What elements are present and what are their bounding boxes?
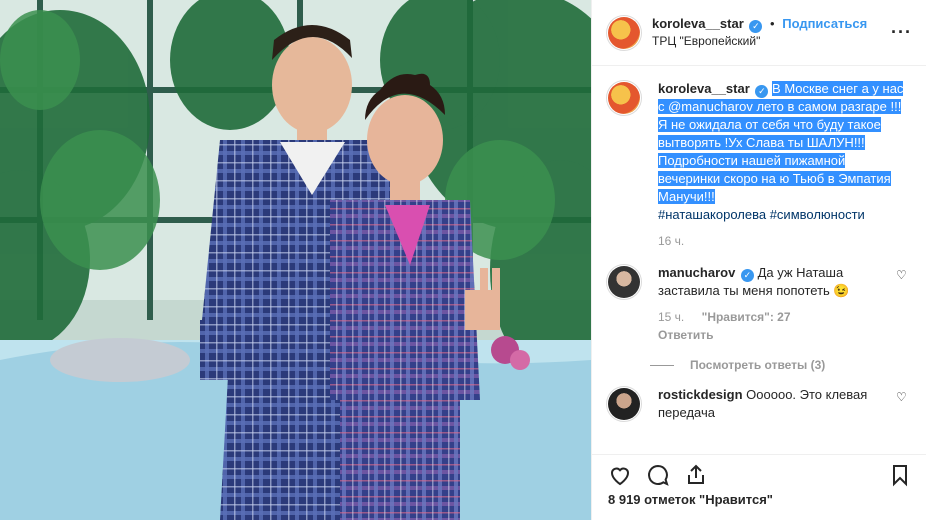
comment-like-heart-icon[interactable]: ♡ — [896, 268, 908, 344]
comment-body: manucharov ✓ Да уж Наташа заставила ты м… — [658, 264, 888, 344]
post-header: koroleva__star ✓ • Подписаться ТРЦ "Евро… — [592, 0, 926, 66]
caption-text: В Москве снег а у нас с @manucharov лето… — [658, 81, 904, 204]
follow-button[interactable]: Подписаться — [782, 16, 867, 31]
author-avatar[interactable] — [606, 80, 642, 116]
verified-icon: ✓ — [740, 269, 754, 282]
comment-time: 15 ч. — [658, 310, 685, 324]
comment-item: rostickdesign Оооооо. Это клевая передач… — [606, 386, 908, 422]
author-username[interactable]: koroleva__star — [652, 16, 744, 31]
photo-illustration — [0, 0, 591, 520]
comments-area[interactable]: koroleva__star ✓ В Москве снег а у нас с… — [592, 66, 926, 454]
replies-divider — [650, 364, 674, 366]
instagram-post: koroleva__star ✓ • Подписаться ТРЦ "Евро… — [0, 0, 926, 520]
action-bar — [592, 454, 926, 494]
comment-body: rostickdesign Оооооо. Это клевая передач… — [658, 386, 888, 422]
heart-icon[interactable] — [608, 463, 632, 487]
bookmark-icon[interactable] — [888, 463, 912, 487]
commenter-avatar[interactable] — [606, 264, 642, 300]
reply-button[interactable]: Ответить — [658, 326, 888, 344]
comment-likes[interactable]: "Нравится": 27 — [702, 310, 791, 324]
comment-username[interactable]: manucharov — [658, 265, 735, 280]
verified-icon: ✓ — [755, 85, 769, 98]
comment-icon[interactable] — [646, 463, 670, 487]
location-link[interactable]: ТРЦ "Европейский" — [652, 33, 891, 49]
share-icon[interactable] — [684, 463, 708, 487]
post-side-panel: koroleva__star ✓ • Подписаться ТРЦ "Евро… — [591, 0, 926, 520]
view-replies-label: Посмотреть ответы (3) — [690, 358, 826, 372]
separator-dot: • — [770, 16, 775, 31]
comment-meta: 15 ч. "Нравится": 27 — [658, 308, 888, 326]
caption-hashtags[interactable]: #наташакоролева #символюности — [658, 207, 865, 222]
comment-like-heart-icon[interactable]: ♡ — [896, 390, 908, 422]
header-text: koroleva__star ✓ • Подписаться ТРЦ "Евро… — [652, 16, 891, 49]
likes-count[interactable]: 8 919 отметок "Нравится" — [608, 492, 773, 507]
verified-icon: ✓ — [749, 20, 763, 33]
comment-item: manucharov ✓ Да уж Наташа заставила ты м… — [606, 264, 908, 344]
more-icon[interactable]: ··· — [891, 22, 912, 43]
author-avatar[interactable] — [606, 14, 642, 51]
view-replies-button[interactable]: Посмотреть ответы (3) — [650, 358, 908, 372]
caption-body: koroleva__star ✓ В Москве снег а у нас с… — [658, 80, 908, 250]
caption: koroleva__star ✓ В Москве снег а у нас с… — [606, 80, 908, 250]
comment-username[interactable]: rostickdesign — [658, 387, 743, 402]
post-photo[interactable] — [0, 0, 591, 520]
caption-username[interactable]: koroleva__star — [658, 81, 750, 96]
caption-time: 16 ч. — [658, 234, 685, 248]
commenter-avatar[interactable] — [606, 386, 642, 422]
